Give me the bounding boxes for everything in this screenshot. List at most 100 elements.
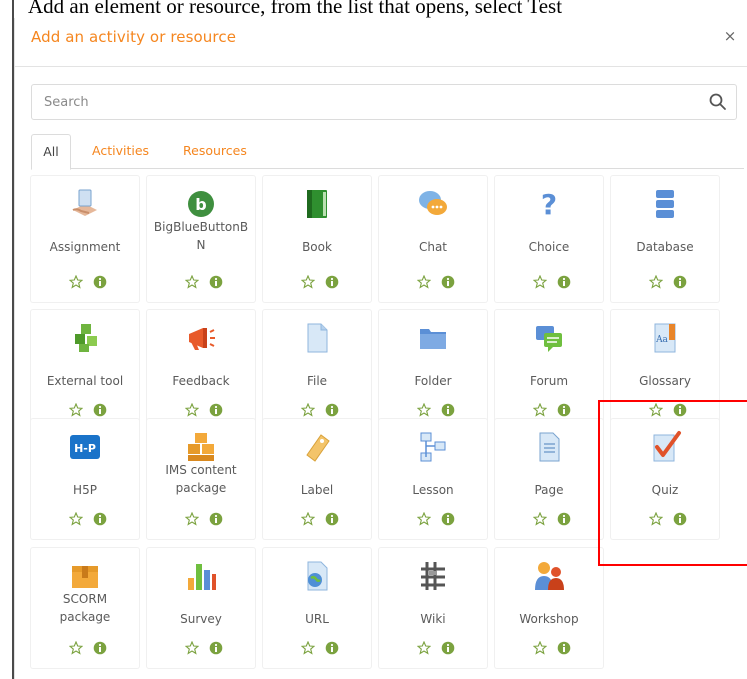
star-icon[interactable] (416, 274, 432, 289)
tile-label: File (306, 374, 328, 388)
tile-label: Chat (418, 240, 448, 254)
tab-resources[interactable]: Resources (183, 134, 247, 168)
info-icon[interactable] (557, 511, 571, 526)
tile-actions (379, 274, 487, 290)
tile-lesson[interactable]: Lesson (379, 419, 487, 539)
feedback-icon (183, 320, 219, 356)
star-icon[interactable] (184, 402, 200, 417)
star-icon[interactable] (532, 511, 548, 526)
add-activity-dialog: Add an activity or resource × All Activi… (14, 18, 747, 679)
tab-all[interactable]: All (31, 134, 71, 170)
tile-chat[interactable]: Chat (379, 176, 487, 302)
page-icon (531, 429, 567, 465)
info-icon[interactable] (93, 511, 107, 526)
info-icon[interactable] (557, 402, 571, 417)
tile-label: Survey (180, 612, 222, 626)
star-icon[interactable] (68, 402, 84, 417)
svg-text:?: ? (541, 188, 557, 221)
star-icon[interactable] (416, 402, 432, 417)
star-icon[interactable] (300, 640, 316, 655)
info-icon[interactable] (441, 640, 455, 655)
star-icon[interactable] (532, 274, 548, 289)
instruction-text: Add an element or resource, from the lis… (28, 0, 563, 18)
tile-scorm-package[interactable]: SCORM package (31, 548, 139, 668)
tile-database[interactable]: Database (611, 176, 719, 302)
star-icon[interactable] (184, 274, 200, 289)
tile-bigbluebuttonb-n[interactable]: b BigBlueButtonB N (147, 176, 255, 302)
info-icon[interactable] (325, 402, 339, 417)
folder-icon (415, 320, 451, 356)
tile-actions (147, 274, 255, 290)
star-icon[interactable] (532, 402, 548, 417)
tile-book[interactable]: Book (263, 176, 371, 302)
star-icon[interactable] (648, 402, 664, 417)
info-icon[interactable] (93, 274, 107, 289)
tile-survey[interactable]: Survey (147, 548, 255, 668)
info-icon[interactable] (325, 274, 339, 289)
info-icon[interactable] (209, 274, 223, 289)
star-icon[interactable] (300, 274, 316, 289)
tile-glossary[interactable]: Aa Glossary (611, 310, 719, 430)
star-icon[interactable] (416, 511, 432, 526)
workshop-icon (531, 558, 567, 594)
star-icon[interactable] (68, 640, 84, 655)
info-icon[interactable] (325, 511, 339, 526)
tile-choice[interactable]: ? Choice (495, 176, 603, 302)
tile-label: Glossary (639, 374, 691, 388)
info-icon[interactable] (557, 274, 571, 289)
close-button[interactable]: × (720, 26, 740, 46)
tile-actions (147, 640, 255, 656)
tile-external-tool[interactable]: External tool (31, 310, 139, 430)
tile-ims-content-package[interactable]: IMS content package (147, 419, 255, 539)
star-icon[interactable] (184, 640, 200, 655)
tile-feedback[interactable]: Feedback (147, 310, 255, 430)
tab-activities[interactable]: Activities (92, 134, 149, 168)
tile-actions (495, 640, 603, 656)
star-icon[interactable] (416, 640, 432, 655)
dialog-header: Add an activity or resource × (15, 18, 747, 67)
star-icon[interactable] (532, 640, 548, 655)
tile-page[interactable]: Page (495, 419, 603, 539)
star-icon[interactable] (68, 511, 84, 526)
star-icon[interactable] (184, 511, 200, 526)
info-icon[interactable] (673, 402, 687, 417)
tile-forum[interactable]: Forum (495, 310, 603, 430)
tile-workshop[interactable]: Workshop (495, 548, 603, 668)
star-icon[interactable] (648, 511, 664, 526)
star-icon[interactable] (300, 511, 316, 526)
info-icon[interactable] (209, 640, 223, 655)
tile-assignment[interactable]: Assignment (31, 176, 139, 302)
info-icon[interactable] (557, 640, 571, 655)
tile-label: IMS content package (165, 463, 237, 495)
search-field[interactable] (31, 84, 737, 120)
info-icon[interactable] (93, 640, 107, 655)
tile-quiz[interactable]: Quiz (611, 419, 719, 539)
info-icon[interactable] (441, 402, 455, 417)
info-icon[interactable] (209, 511, 223, 526)
tile-label: URL (305, 612, 329, 626)
search-input[interactable] (32, 85, 704, 119)
info-icon[interactable] (441, 511, 455, 526)
info-icon[interactable] (209, 402, 223, 417)
tile-label: Choice (528, 240, 570, 254)
tile-file[interactable]: File (263, 310, 371, 430)
info-icon[interactable] (673, 274, 687, 289)
tile-wiki[interactable]: Wiki (379, 548, 487, 668)
tile-folder[interactable]: Folder (379, 310, 487, 430)
dialog-title: Add an activity or resource (31, 28, 237, 46)
info-icon[interactable] (441, 274, 455, 289)
tile-url[interactable]: URL (263, 548, 371, 668)
info-icon[interactable] (673, 511, 687, 526)
info-icon[interactable] (325, 640, 339, 655)
chat-icon (415, 186, 451, 222)
tile-h5p[interactable]: H-P H5P (31, 419, 139, 539)
tile-label[interactable]: Label (263, 419, 371, 539)
info-icon[interactable] (93, 402, 107, 417)
search-icon[interactable] (708, 92, 728, 112)
star-icon[interactable] (648, 274, 664, 289)
star-icon[interactable] (68, 274, 84, 289)
tile-actions (147, 402, 255, 418)
star-icon[interactable] (300, 402, 316, 417)
tile-label: Lesson (412, 483, 454, 497)
scorm-package-icon (67, 558, 103, 594)
